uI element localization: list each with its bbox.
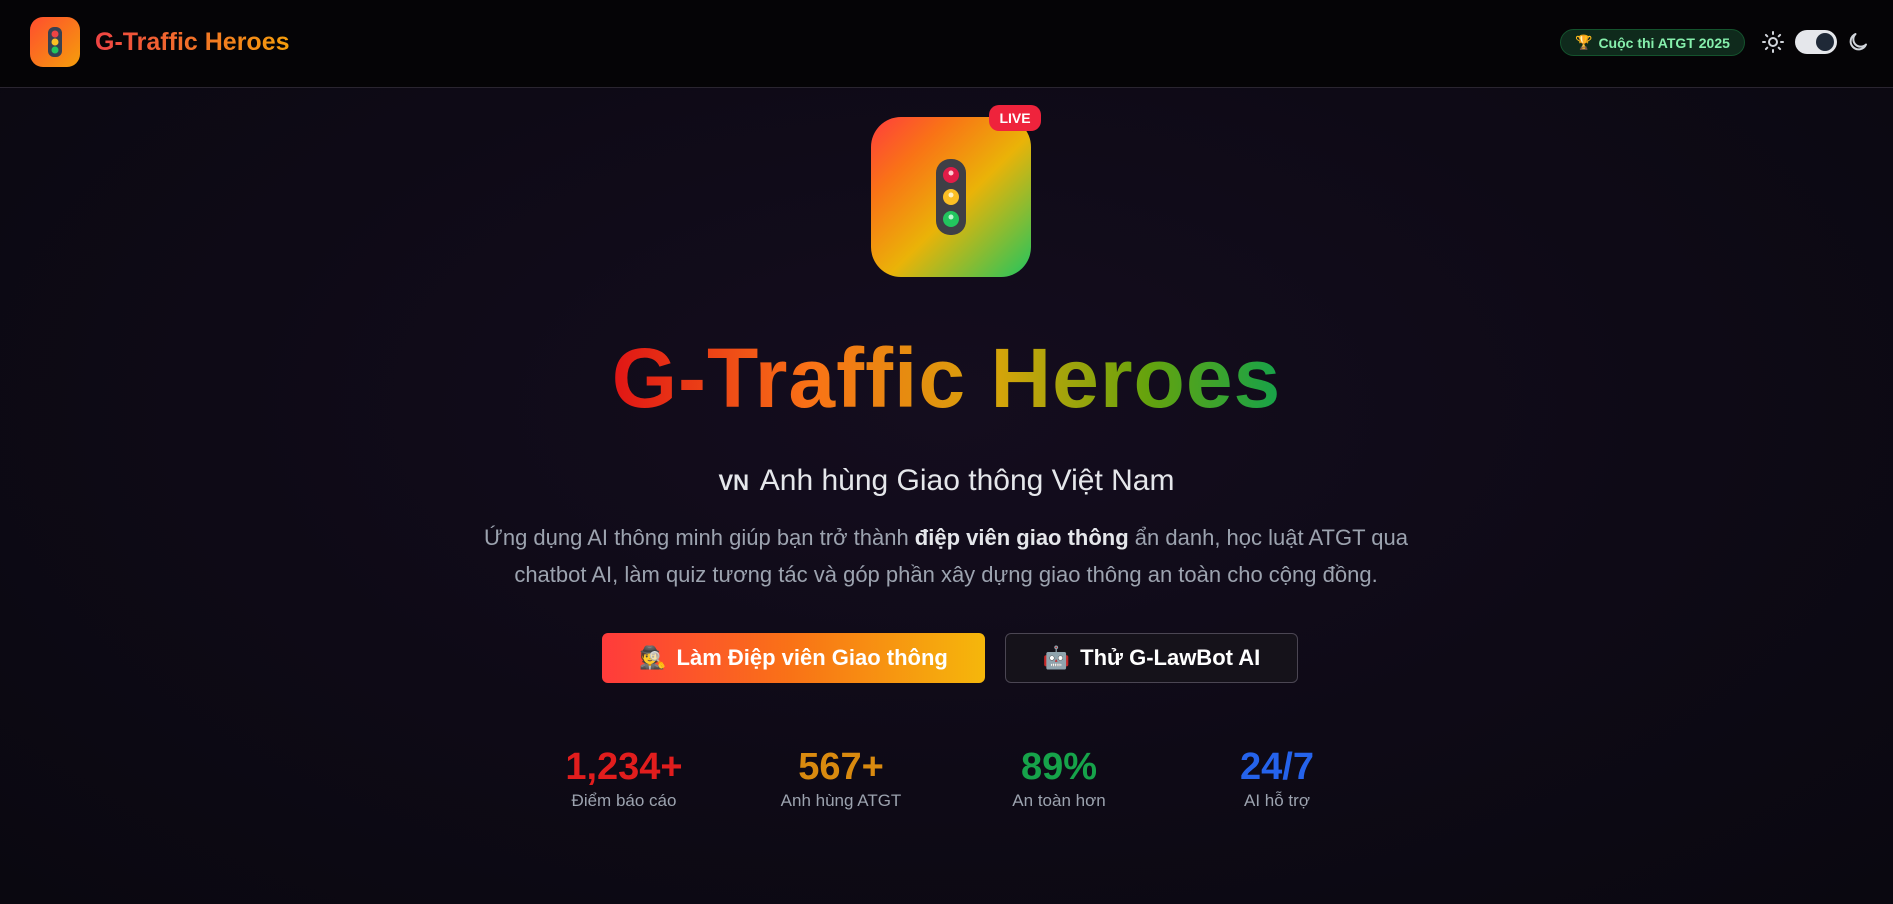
- hero-description: Ứng dụng AI thông minh giúp bạn trở thàn…: [446, 519, 1446, 593]
- theme-toggle[interactable]: [1795, 30, 1837, 54]
- stat-heroes: 567+ Anh hùng ATGT: [741, 745, 941, 811]
- stat-label: Anh hùng ATGT: [780, 791, 902, 810]
- stat-label: An toàn hơn: [1012, 791, 1106, 810]
- top-navbar: G-Traffic Heroes 🏆 Cuộc thi ATGT 2025: [0, 0, 1893, 88]
- sun-icon[interactable]: [1761, 30, 1785, 54]
- hero-traffic-light-icon: [871, 117, 1031, 277]
- try-lawbot-button[interactable]: 🤖 Thử G-LawBot AI: [1005, 633, 1298, 683]
- trophy-icon: 🏆: [1575, 34, 1593, 50]
- become-agent-label: Làm Điệp viên Giao thông: [676, 645, 948, 670]
- stat-label: AI hỗ trợ: [1244, 791, 1310, 810]
- live-badge: LIVE: [989, 105, 1041, 131]
- brand-name: G-Traffic Heroes: [95, 27, 290, 56]
- stat-reports: 1,234+ Điểm báo cáo: [524, 745, 724, 811]
- brand[interactable]: G-Traffic Heroes: [30, 17, 290, 67]
- moon-icon[interactable]: [1846, 30, 1870, 54]
- stat-label: Điểm báo cáo: [571, 791, 677, 810]
- vn-flag-icon: VN: [718, 470, 750, 495]
- hero-title-text: G-Traffic Heroes: [611, 331, 1282, 425]
- theme-toggle-knob: [1816, 33, 1834, 51]
- hero-subtitle: VN Anh hùng Giao thông Việt Nam: [0, 463, 1893, 501]
- hero-subtitle-text: Anh hùng Giao thông Việt Nam: [759, 464, 1175, 497]
- hero-title: G-Traffic Heroes: [0, 328, 1893, 428]
- stat-value: 89%: [1020, 746, 1098, 788]
- try-lawbot-label: Thử G-LawBot AI: [1080, 645, 1261, 670]
- stat-ai-support: 24/7 AI hỗ trợ: [1177, 745, 1377, 811]
- contest-badge-label: Cuộc thi ATGT 2025: [1598, 34, 1730, 51]
- description-bold: điệp viên giao thông: [914, 525, 1129, 550]
- stat-safety: 89% An toàn hơn: [959, 745, 1159, 811]
- stat-value: 24/7: [1240, 746, 1314, 788]
- traffic-light-icon: [30, 17, 80, 67]
- description-part1: Ứng dụng AI thông minh giúp bạn trở thàn…: [484, 525, 915, 550]
- robot-icon: 🤖: [1042, 645, 1071, 670]
- stat-value: 567+: [798, 746, 884, 788]
- detective-icon: 🕵️: [639, 645, 667, 670]
- become-agent-button[interactable]: 🕵️ Làm Điệp viên Giao thông: [602, 633, 985, 683]
- contest-badge[interactable]: 🏆 Cuộc thi ATGT 2025: [1560, 29, 1745, 56]
- stat-value: 1,234+: [565, 746, 683, 788]
